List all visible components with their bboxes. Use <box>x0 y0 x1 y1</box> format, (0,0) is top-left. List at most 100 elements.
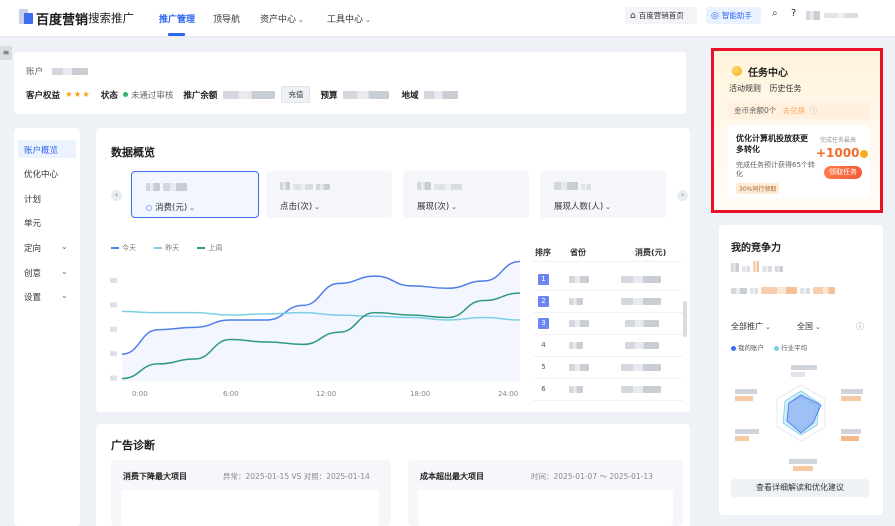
help-icon[interactable]: ? <box>791 8 796 19</box>
assistant-icon: ◎ <box>711 10 719 21</box>
competitiveness-radar-chart[interactable] <box>731 363 871 473</box>
rank-scrollbar[interactable] <box>683 301 687 337</box>
recharge-button[interactable]: 充值 <box>281 86 311 103</box>
rank-province-value <box>569 320 589 327</box>
activity-rules-link[interactable]: 活动规则 <box>729 84 761 93</box>
marketing-home-button[interactable]: ⌂ 百度营销首页 <box>625 7 697 24</box>
region-select-label: 全国 <box>797 322 813 331</box>
sidebar-item-account-overview[interactable]: 账户概览 <box>24 144 58 156</box>
user-account-name[interactable] <box>806 11 820 20</box>
metric-audience-value <box>554 182 591 193</box>
metric-clicks-label-row: 点击(次) ⌄ <box>280 200 320 212</box>
rank-spend-value <box>621 276 661 283</box>
nav-promotion-management[interactable]: 推广管理 <box>159 12 195 25</box>
legend-yesterday[interactable]: 昨天 <box>154 244 187 252</box>
chevron-down-icon[interactable]: ⌄ <box>61 267 68 276</box>
top-navigation-bar: 百度营销 搜索推广 推广管理 顶导航 资产中心 ⌄ 工具中心 ⌄ ⌂ 百度营销首页 ◎… <box>0 0 895 37</box>
metric-card-impressions[interactable]: 展现(次) ⌄ <box>403 171 529 218</box>
side-navigation: 账户概览 优化中心 计划 单元 定向 ⌄ 创意 ⌄ 设置 ⌄ <box>14 128 80 526</box>
metric-audience-label: 展现人数(人) <box>554 202 604 212</box>
task-card-title: 优化计算机投放获更多转化 <box>736 134 808 154</box>
rank-row-divider <box>533 312 683 313</box>
nav-tool-center-label: 工具中心 <box>327 15 364 25</box>
metric-clicks-value <box>280 182 330 193</box>
smart-assistant-label: 智能助手 <box>721 11 752 20</box>
customer-rights-label: 客户权益 <box>26 90 61 101</box>
y-tick-label <box>110 277 117 283</box>
brand-name[interactable]: 百度营销 <box>36 9 88 28</box>
claim-task-button[interactable]: 领取任务 <box>824 166 862 179</box>
metric-card-spend[interactable]: 消费(元) ⌄ <box>131 171 259 218</box>
nav-tool-center[interactable]: 工具中心 ⌄ <box>327 12 371 25</box>
view-detail-suggestion-button[interactable]: 查看详细解读和优化建议 <box>731 479 869 497</box>
task-center-title: 任务中心 <box>748 68 788 79</box>
account-name-row: 账户 <box>26 65 88 77</box>
budget-value[interactable] <box>343 90 390 99</box>
rank-number: 4 <box>541 341 546 349</box>
nav-asset-center[interactable]: 资产中心 ⌄ <box>260 12 304 25</box>
rank-header-order: 排序 <box>535 248 551 257</box>
rank-header-province: 省份 <box>570 248 586 257</box>
y-tick-label <box>110 302 117 308</box>
status-value[interactable]: 未通过审核 <box>131 89 174 101</box>
product-name: 搜索推广 <box>88 11 134 25</box>
history-tasks-link[interactable]: 历史任务 <box>770 84 802 93</box>
y-tick-label <box>110 375 117 381</box>
legend-my-account: 我的账户 <box>738 344 764 352</box>
help-icon[interactable]: ⓘ <box>856 321 864 332</box>
sidebar-item-settings[interactable]: 设置 <box>24 291 41 303</box>
trend-line-chart[interactable] <box>110 255 526 403</box>
sidebar-item-plan[interactable]: 计划 <box>24 193 41 205</box>
baidu-logo-icon[interactable] <box>19 9 33 24</box>
legend-today-label: 今天 <box>122 244 136 252</box>
metric-card-clicks[interactable]: 点击(次) ⌄ <box>266 171 392 218</box>
rank-province-value <box>569 342 583 349</box>
sidebar-item-targeting[interactable]: 定向 <box>24 242 41 254</box>
legend-last-week-label: 上周 <box>208 244 223 252</box>
metric-card-audience[interactable]: 展现人数(人) ⌄ <box>540 171 666 218</box>
chevron-right-icon[interactable]: › <box>677 190 688 201</box>
data-overview-title: 数据概览 <box>111 146 155 159</box>
sidebar-item-unit[interactable]: 单元 <box>24 217 41 229</box>
smart-assistant-button[interactable]: ◎ 智能助手 <box>706 7 761 24</box>
scope-select-label: 全部推广 <box>731 322 763 331</box>
rank-number: 1 <box>538 274 549 285</box>
search-icon[interactable]: ⌕ <box>772 8 778 19</box>
exchange-link[interactable]: 去兑换 <box>783 106 806 115</box>
sidebar-item-optimization-center[interactable]: 优化中心 <box>24 168 58 180</box>
legend-today[interactable]: 今天 <box>111 244 144 252</box>
rank-spend-value <box>621 386 661 393</box>
chevron-down-icon[interactable]: ⌄ <box>61 242 68 251</box>
nav-active-indicator <box>168 33 185 36</box>
info-icon[interactable]: ⓘ <box>810 106 818 115</box>
metric-impressions-value <box>417 182 462 193</box>
chevron-left-icon[interactable]: ‹ <box>111 190 122 201</box>
rank-row-divider <box>533 400 683 401</box>
nav-top-navigation[interactable]: 顶导航 <box>213 12 240 25</box>
chevron-down-icon: ⌄ <box>365 16 371 24</box>
account-summary-row: 客户权益 ★★★ 状态 未通过审核 推广余额 充值 预算 地域 <box>26 86 459 103</box>
rank-header-spend: 消费(元) <box>635 248 667 257</box>
sidebar-item-creative[interactable]: 创意 <box>24 267 41 279</box>
chevron-down-icon[interactable]: ⌄ <box>61 291 68 300</box>
rank-number: 6 <box>541 385 546 393</box>
scope-select[interactable]: 全部推广 ⌄ <box>731 321 771 332</box>
sidebar-toggle-icon[interactable]: ≡ <box>0 46 12 60</box>
x-tick-label: 6:00 <box>223 390 239 398</box>
chevron-down-icon: ⌄ <box>451 203 458 211</box>
competitiveness-card: 我的竞争力 全部推广⌄ 全国⌄ ⓘ 我的账户 行业平均 查看详细解读和优化建 <box>719 225 883 515</box>
marketing-home-label: 百度营销首页 <box>638 11 684 20</box>
customer-rights-stars[interactable]: ★★★ <box>65 90 91 100</box>
region-value[interactable] <box>424 90 459 99</box>
account-name-value <box>51 68 88 75</box>
task-links: 活动规则 历史任务 <box>729 83 808 94</box>
rank-row-divider <box>533 334 683 335</box>
diagnosis-spend-drop-content <box>121 490 379 526</box>
legend-last-week[interactable]: 上周 <box>197 244 230 252</box>
task-card-tag: 30%同行领取 <box>736 183 780 194</box>
balance-label: 推广余额 <box>183 90 218 101</box>
balance-value <box>223 90 276 99</box>
region-select[interactable]: 全国 ⌄ <box>797 321 821 332</box>
rank-number: 3 <box>538 318 549 329</box>
competitiveness-score <box>731 261 783 275</box>
